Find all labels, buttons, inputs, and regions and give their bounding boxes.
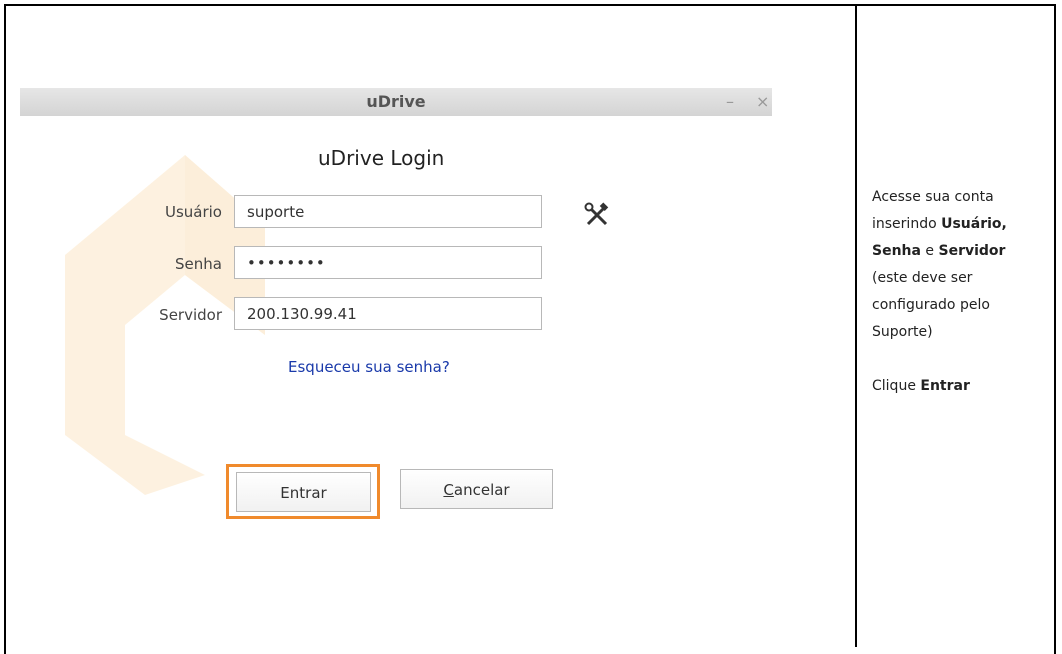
instructions-panel: Acesse sua conta inserindo Usuário, Senh… [872, 184, 1052, 400]
usuario-label: Usuário [164, 203, 222, 221]
tools-icon[interactable] [584, 202, 610, 228]
cancelar-mnemonic: C [443, 481, 454, 499]
instruction-text: inserindo [872, 216, 942, 232]
instruction-text: Clique [872, 378, 921, 394]
instruction-line: Suporte) [872, 324, 933, 340]
instruction-bold-senha: Senha [872, 243, 921, 259]
cancelar-label-rest: ancelar [453, 481, 510, 499]
instruction-bold-entrar: Entrar [920, 378, 970, 394]
instruction-bold-usuario: Usuário, [941, 216, 1007, 232]
instruction-line: configurado pelo [872, 297, 990, 313]
close-button[interactable]: × [756, 92, 769, 111]
usuario-input[interactable]: suporte [234, 195, 542, 228]
instruction-bold-servidor: Servidor [938, 243, 1006, 259]
forgot-password-link[interactable]: Esqueceu sua senha? [288, 358, 450, 376]
instruction-line: Clique Entrar [872, 373, 1052, 400]
login-heading: uDrive Login [318, 146, 445, 170]
entrar-button[interactable]: Entrar [236, 472, 371, 512]
minimize-button[interactable]: – [726, 92, 734, 111]
senha-label: Senha [175, 255, 222, 273]
instruction-line: (este deve ser [872, 270, 973, 286]
instruction-line: Senha e Servidor [872, 238, 1052, 265]
instruction-line: Acesse sua conta [872, 189, 994, 205]
column-divider [855, 4, 857, 647]
window-title: uDrive [366, 92, 426, 111]
senha-input[interactable]: •••••••• [234, 246, 542, 279]
instruction-line: inserindo Usuário, [872, 211, 1052, 238]
instruction-text: e [920, 243, 939, 259]
cancelar-button[interactable]: Cancelar [400, 469, 553, 509]
servidor-input[interactable]: 200.130.99.41 [234, 297, 542, 330]
window-titlebar[interactable]: uDrive – × [20, 88, 772, 116]
servidor-label: Servidor [159, 306, 222, 324]
